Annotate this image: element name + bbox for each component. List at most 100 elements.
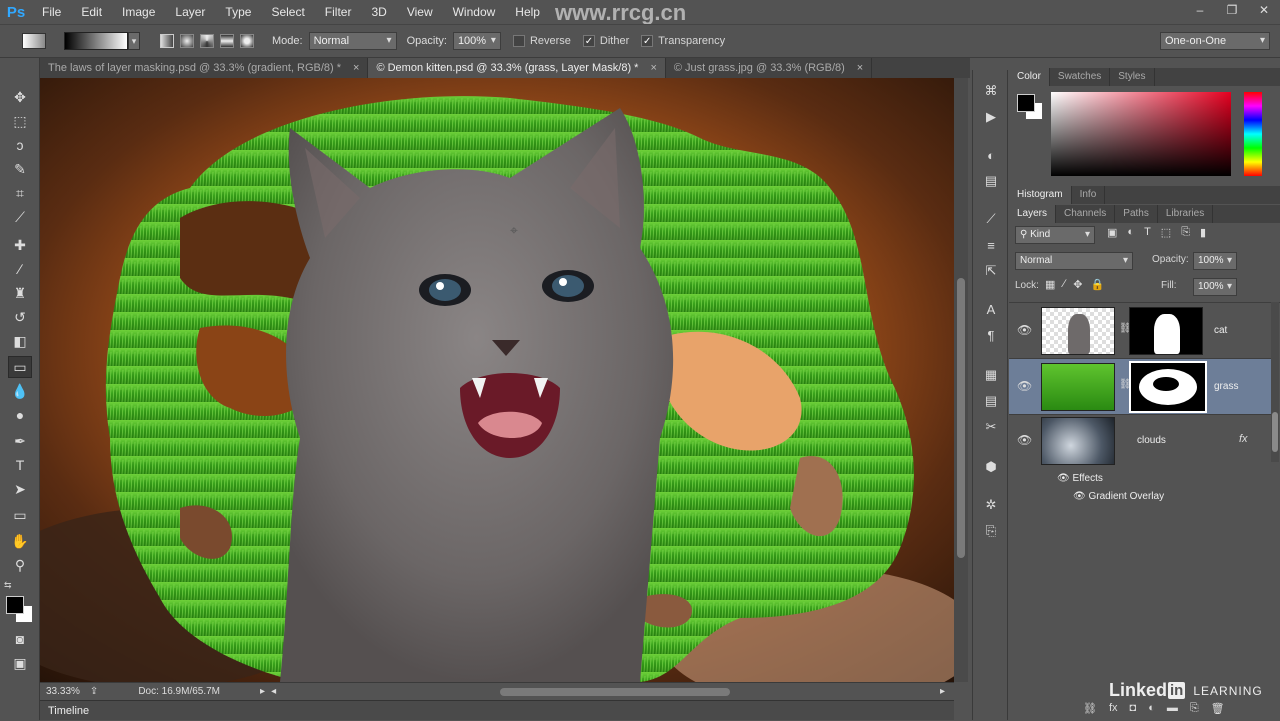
reverse-checkbox[interactable]: [512, 35, 525, 47]
path-select-tool-icon[interactable]: ➤: [8, 478, 32, 500]
lock-position-icon[interactable]: ✥: [1073, 278, 1082, 291]
type-tool-icon[interactable]: T: [8, 454, 32, 476]
smart-object-filter-icon[interactable]: ⎘: [1181, 226, 1190, 239]
pixel-filter-icon[interactable]: ▣: [1107, 226, 1117, 239]
new-layer-icon[interactable]: ⎘: [1190, 702, 1199, 715]
lock-transparent-icon[interactable]: ▦: [1045, 278, 1055, 291]
type-filter-icon[interactable]: T: [1144, 226, 1151, 239]
tab-styles[interactable]: Styles: [1110, 68, 1155, 86]
new-adjustment-icon[interactable]: ◐: [1148, 702, 1155, 715]
fx-icon[interactable]: fx: [1239, 433, 1248, 445]
properties-panel-icon[interactable]: ▤: [979, 170, 1003, 192]
shape-filter-icon[interactable]: ⬚: [1161, 226, 1171, 239]
foreground-color-swatch[interactable]: [6, 596, 24, 614]
transparency-checkbox[interactable]: ✓: [641, 35, 654, 47]
close-tab-icon[interactable]: ×: [857, 58, 863, 78]
menu-edit[interactable]: Edit: [71, 0, 112, 24]
brush-panel-icon[interactable]: ⟋: [979, 208, 1003, 230]
layer-mask-thumbnail[interactable]: [1129, 307, 1203, 355]
eraser-tool-icon[interactable]: ◧: [8, 330, 32, 352]
effects-row[interactable]: 👁 Effects: [1057, 473, 1103, 484]
tab-color[interactable]: Color: [1009, 68, 1050, 86]
character-panel-icon[interactable]: A: [979, 298, 1003, 320]
screen-mode-icon[interactable]: ▣: [8, 652, 32, 674]
quick-mask-icon[interactable]: ◙: [8, 628, 32, 650]
tab-channels[interactable]: Channels: [1056, 205, 1116, 223]
scroll-right-icon[interactable]: ▸: [940, 686, 945, 697]
layer-mask-thumbnail[interactable]: [1129, 361, 1207, 413]
gradient-tool-icon[interactable]: ▭: [8, 356, 32, 378]
eyedropper-tool-icon[interactable]: ⟋: [8, 206, 32, 228]
move-tool-icon[interactable]: ✥: [8, 86, 32, 108]
share-icon[interactable]: ⇪: [90, 686, 98, 697]
canvas-vertical-scrollbar[interactable]: [954, 78, 968, 682]
menu-help[interactable]: Help: [505, 0, 550, 24]
layer-row-grass[interactable]: 👁 ⛓ grass: [1009, 359, 1271, 415]
tab-histogram[interactable]: Histogram: [1009, 186, 1072, 204]
dither-checkbox[interactable]: ✓: [582, 35, 595, 47]
visibility-eye-icon[interactable]: 👁: [1017, 323, 1032, 337]
diamond-gradient-button[interactable]: [240, 34, 254, 48]
add-mask-icon[interactable]: ◘: [1130, 702, 1137, 715]
gradient-picker[interactable]: [64, 32, 128, 50]
lock-pixels-icon[interactable]: ∕: [1063, 278, 1065, 291]
tab-info[interactable]: Info: [1072, 186, 1106, 204]
layer-name[interactable]: cat: [1214, 325, 1227, 336]
adjustment-filter-icon[interactable]: ◐: [1127, 226, 1134, 239]
dodge-tool-icon[interactable]: ●: [8, 404, 32, 426]
menu-type[interactable]: Type: [215, 0, 261, 24]
tab-just-grass[interactable]: © Just grass.jpg @ 33.3% (RGB/8) ×: [666, 58, 873, 78]
blur-tool-icon[interactable]: 💧: [8, 380, 32, 402]
paragraph-panel-icon[interactable]: ¶: [979, 324, 1003, 346]
layers-panel-scrollbar[interactable]: [1271, 302, 1279, 462]
lasso-tool-icon[interactable]: ↄ: [8, 134, 32, 156]
layer-row-cat[interactable]: 👁 ⛓ cat: [1009, 303, 1271, 359]
fill-field[interactable]: 100%: [1193, 278, 1237, 296]
tool-presets-icon[interactable]: ✂: [979, 416, 1003, 438]
maximize-icon[interactable]: ❐: [1216, 0, 1248, 20]
brush-presets-icon[interactable]: ≡: [979, 234, 1003, 256]
swap-colors-icon[interactable]: ⇆: [4, 580, 12, 591]
gradient-dropdown-icon[interactable]: ▾: [128, 32, 140, 50]
effects-eye-icon[interactable]: 👁: [1057, 473, 1070, 484]
menu-select[interactable]: Select: [261, 0, 314, 24]
brush-tool-icon[interactable]: ∕: [8, 258, 32, 280]
opacity-field[interactable]: 100%: [452, 32, 501, 50]
tab-paths[interactable]: Paths: [1115, 205, 1158, 223]
actions-panel-icon[interactable]: ▶: [979, 106, 1003, 128]
lock-all-icon[interactable]: 🔒: [1090, 278, 1104, 291]
menu-file[interactable]: File: [32, 0, 71, 24]
scroll-left-icon[interactable]: ◂: [271, 686, 276, 697]
healing-brush-tool-icon[interactable]: ✚: [8, 234, 32, 256]
quick-select-tool-icon[interactable]: ✎: [8, 158, 32, 180]
menu-image[interactable]: Image: [112, 0, 165, 24]
layer-row-clouds[interactable]: 👁 clouds fx: [1009, 415, 1271, 467]
clone-stamp-tool-icon[interactable]: ♜: [8, 282, 32, 304]
hue-slider[interactable]: [1244, 92, 1262, 176]
delete-layer-icon[interactable]: 🗑: [1211, 702, 1225, 715]
blend-mode-select[interactable]: Normal: [1015, 252, 1133, 270]
mode-select[interactable]: Normal: [308, 32, 397, 50]
workspace-select[interactable]: One-on-One: [1160, 32, 1270, 50]
reflected-gradient-button[interactable]: [220, 34, 234, 48]
fg-color-mini[interactable]: [1017, 94, 1035, 112]
marquee-tool-icon[interactable]: ⬚: [8, 110, 32, 132]
pen-tool-icon[interactable]: ✒: [8, 430, 32, 452]
timeline-panel-icon[interactable]: ✲: [979, 494, 1003, 516]
color-spectrum[interactable]: [1051, 92, 1231, 176]
tab-libraries[interactable]: Libraries: [1158, 205, 1214, 223]
hand-tool-icon[interactable]: ✋: [8, 530, 32, 552]
close-icon[interactable]: ✕: [1248, 0, 1280, 20]
shape-tool-icon[interactable]: ▭: [8, 504, 32, 526]
menu-layer[interactable]: Layer: [165, 0, 215, 24]
linear-gradient-button[interactable]: [160, 34, 174, 48]
layer-name[interactable]: grass: [1214, 381, 1238, 392]
effect-eye-icon[interactable]: 👁: [1073, 491, 1086, 502]
notes-panel-icon[interactable]: ▦: [979, 364, 1003, 386]
menu-3d[interactable]: 3D: [361, 0, 396, 24]
tab-layers[interactable]: Layers: [1009, 205, 1057, 223]
zoom-level[interactable]: 33.33%: [46, 686, 80, 697]
timeline-panel[interactable]: Timeline: [40, 700, 954, 720]
horizontal-scrollbar[interactable]: [500, 688, 730, 696]
visibility-eye-icon[interactable]: 👁: [1017, 379, 1032, 393]
